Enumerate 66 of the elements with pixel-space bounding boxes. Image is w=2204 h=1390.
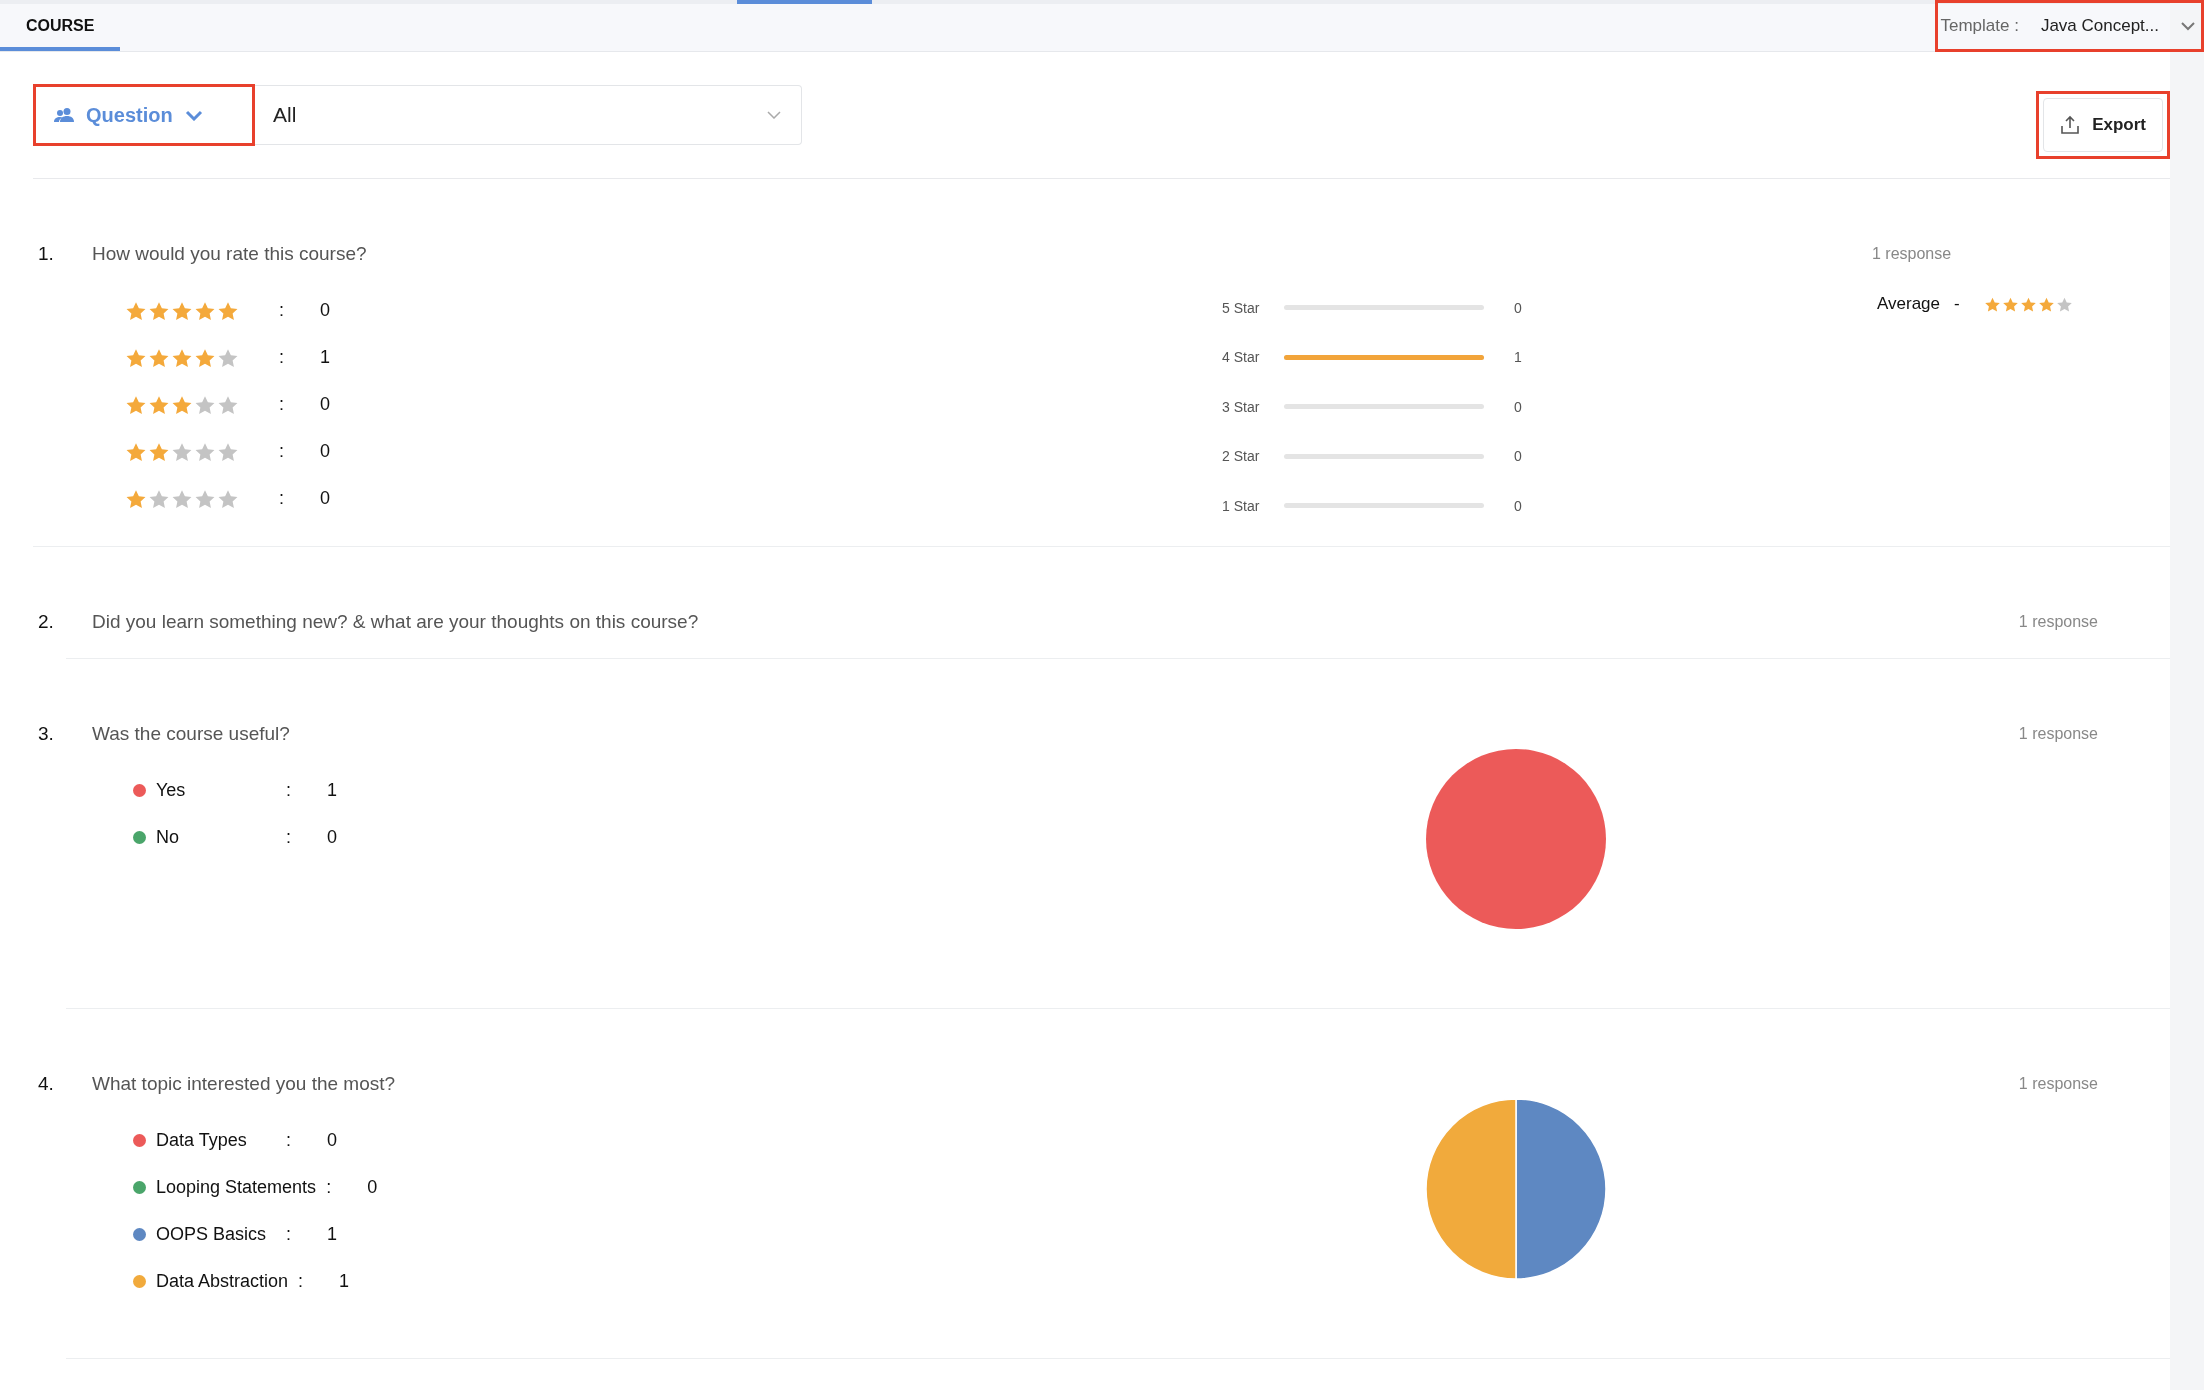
star-icon xyxy=(1983,295,2001,313)
star-label: 3 Star xyxy=(1222,398,1261,415)
response-count: 0 xyxy=(320,394,331,415)
response-count: 0 xyxy=(320,441,331,462)
question-number: 4. xyxy=(37,1073,55,1095)
star-icon xyxy=(2019,295,2037,313)
colon-separator: : xyxy=(279,300,284,321)
response-count-label: 1 response xyxy=(1872,245,1952,263)
filter-select[interactable]: All xyxy=(255,85,802,145)
response-count: 0 xyxy=(320,300,331,321)
star-icon xyxy=(2037,295,2055,313)
response-count: 1 xyxy=(339,1271,350,1292)
question-text: What topic interested you the most? xyxy=(92,1073,396,1095)
question-text: Did you learn something new? & what are your thoughts on this course? xyxy=(92,611,699,633)
colon-separator: : xyxy=(279,394,284,415)
response-count: 0 xyxy=(327,1130,338,1151)
question-number: 3. xyxy=(37,723,55,745)
bar-count: 0 xyxy=(1514,497,1522,514)
star-label: 5 Star xyxy=(1222,299,1261,316)
question-number: 1. xyxy=(37,243,55,265)
option-label: Data Abstraction xyxy=(156,1271,289,1292)
colon-separator: : xyxy=(286,1130,291,1151)
colon-separator: : xyxy=(286,827,291,848)
bar-count: 0 xyxy=(1514,398,1522,415)
star-label: 2 Star xyxy=(1222,448,1261,465)
question-text: How would you rate this course? xyxy=(92,243,367,265)
dash-separator: - xyxy=(1954,294,1960,314)
response-count: 0 xyxy=(367,1177,378,1198)
response-count-label: 1 response xyxy=(2018,613,2098,631)
star-icon xyxy=(2001,295,2019,313)
response-count: 0 xyxy=(320,488,331,509)
question-number: 2. xyxy=(37,611,55,633)
course-tab[interactable]: COURSE xyxy=(0,4,121,51)
colon-separator: : xyxy=(326,1177,332,1198)
bar-count: 1 xyxy=(1514,349,1522,366)
bar-count: 0 xyxy=(1514,299,1522,316)
bar-count: 0 xyxy=(1514,448,1522,465)
colon-separator: : xyxy=(286,1224,291,1245)
users-icon xyxy=(54,107,74,123)
star-label: 1 Star xyxy=(1222,497,1261,514)
colon-separator: : xyxy=(279,441,284,462)
option-label: Yes xyxy=(156,780,187,801)
star-label: 4 Star xyxy=(1222,349,1261,366)
star-icon xyxy=(2055,295,2073,313)
chevron-down-icon xyxy=(767,111,781,119)
question-text: Was the course useful? xyxy=(92,723,290,745)
chevron-down-icon xyxy=(184,109,203,121)
response-count-label: 1 response xyxy=(2018,1075,2098,1093)
option-label: No xyxy=(156,827,180,848)
colon-separator: : xyxy=(298,1271,304,1292)
upload-icon xyxy=(2060,115,2081,135)
template-dropdown[interactable]: Template : Java Concept... xyxy=(1935,0,2204,52)
option-label: OOPS Basics xyxy=(156,1224,268,1245)
average-label: Average xyxy=(1877,294,1940,314)
response-count: 1 xyxy=(320,347,331,368)
response-count: 0 xyxy=(327,827,338,848)
response-count: 1 xyxy=(327,780,338,801)
colon-separator: : xyxy=(279,488,284,509)
option-label: Looping Statements xyxy=(156,1177,317,1198)
colon-separator: : xyxy=(286,780,291,801)
chevron-down-icon xyxy=(2181,21,2195,31)
option-label: Data Types xyxy=(156,1130,248,1151)
response-count: 1 xyxy=(327,1224,338,1245)
colon-separator: : xyxy=(279,347,284,368)
export-button[interactable]: Export xyxy=(2043,98,2163,152)
response-count-label: 1 response xyxy=(2018,725,2098,743)
